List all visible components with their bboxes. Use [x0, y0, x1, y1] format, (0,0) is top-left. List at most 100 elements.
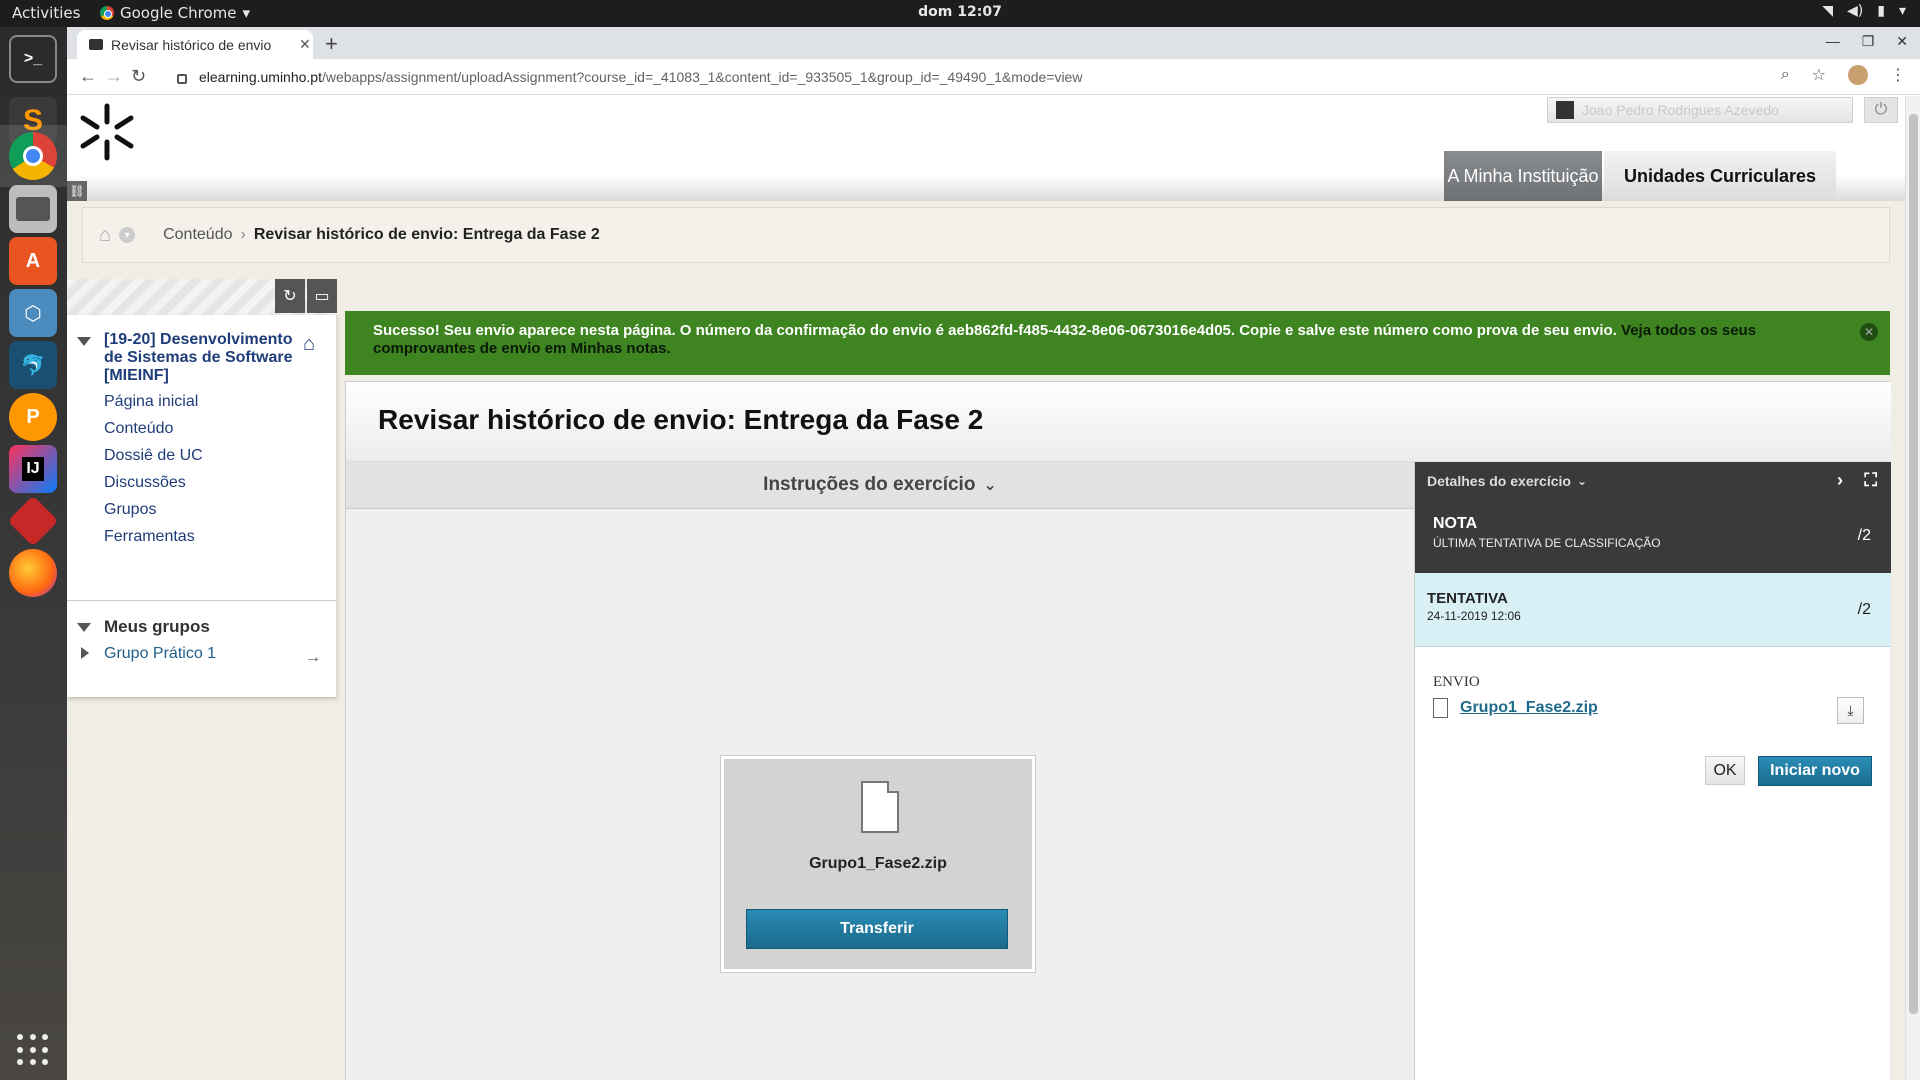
chevron-down-icon: ⌄ [983, 477, 997, 494]
file-name: Grupo1_Fase2.zip [809, 855, 947, 872]
success-banner: Sucesso! Seu envio aparece nesta página.… [345, 311, 1890, 375]
browser-tab[interactable]: Revisar histórico de envio ✕ [77, 30, 313, 59]
lock-icon [177, 74, 187, 84]
expand-triangle-icon[interactable] [81, 647, 89, 659]
gitkraken-icon[interactable] [7, 495, 59, 547]
forward-arrow-icon[interactable]: → [105, 66, 123, 87]
course-menu-item-content[interactable]: Conteúdo [104, 420, 173, 438]
grade-value: /2 [1857, 527, 1871, 544]
breadcrumb-separator: › [240, 226, 246, 243]
minimize-icon[interactable]: — [1826, 33, 1840, 50]
course-menu-item-dossier[interactable]: Dossiê de UC [104, 447, 203, 465]
submission-file: Grupo1_Fase2.zip [1433, 698, 1598, 718]
group-item[interactable]: Grupo Prático 1 [104, 645, 216, 663]
tab-my-institution[interactable]: A Minha Instituição [1444, 151, 1602, 201]
attempt-row[interactable]: TENTATIVA 24-11-2019 12:06 /2 [1415, 573, 1891, 647]
window-controls: — ❐ ✕ [1826, 33, 1908, 50]
instructions-toggle[interactable]: Instruções do exercício ⌄ [346, 462, 1414, 509]
page-content: Joao Pedro Rodrigues Azevedo ⏻ A Minha I… [67, 96, 1905, 1080]
collapse-triangle-icon[interactable] [77, 623, 91, 632]
course-title[interactable]: [19-20] Desenvolvimento de Sistemas de S… [104, 331, 294, 385]
course-menu-item-tools[interactable]: Ferramentas [104, 528, 195, 546]
chevron-down-icon[interactable]: ▾ [119, 227, 136, 243]
page-scrollbar[interactable] [1905, 96, 1920, 1080]
user-name: Joao Pedro Rodrigues Azevedo [1582, 102, 1779, 118]
show-applications-icon[interactable] [17, 1034, 49, 1066]
file-icon [861, 781, 899, 833]
user-menu[interactable]: Joao Pedro Rodrigues Azevedo [1547, 97, 1853, 123]
my-groups-heading[interactable]: Meus grupos [104, 617, 210, 637]
submission-label: ENVIO [1433, 674, 1480, 690]
link-icon[interactable]: ⛓ [67, 181, 87, 201]
ok-button[interactable]: OK [1705, 756, 1745, 785]
software-center-icon[interactable]: A [9, 237, 57, 285]
url-field[interactable]: elearning.uminho.pt/webapps/assignment/u… [177, 64, 1857, 90]
terminal-icon[interactable]: >_ [9, 35, 57, 83]
chevron-right-icon[interactable]: › [1837, 470, 1843, 491]
tab-courses[interactable]: Unidades Curriculares [1604, 151, 1836, 201]
clock[interactable]: dom 12:07 [0, 4, 1920, 20]
close-icon[interactable]: ✕ [1860, 323, 1878, 341]
p-app-icon[interactable]: P [9, 393, 57, 441]
firefox-icon[interactable] [9, 549, 57, 597]
star-icon[interactable]: ☆ [1812, 65, 1826, 85]
collapse-triangle-icon[interactable] [77, 337, 91, 346]
blackboard-favicon-icon [89, 39, 103, 50]
breadcrumb-item-content[interactable]: Conteúdo [163, 226, 232, 244]
close-icon[interactable]: ✕ [299, 36, 311, 53]
restore-icon[interactable]: ❐ [1862, 33, 1875, 50]
download-icon[interactable]: ⤓ [1837, 697, 1864, 724]
uminho-logo[interactable] [75, 100, 139, 164]
close-window-icon[interactable]: ✕ [1896, 33, 1908, 50]
attempt-label: TENTATIVA [1427, 590, 1508, 607]
reload-icon[interactable]: ↻ [131, 66, 146, 87]
page-title-bar: Revisar histórico de envio: Entrega da F… [346, 382, 1891, 462]
file-card: Grupo1_Fase2.zip Transferir [721, 756, 1035, 972]
site-header: Joao Pedro Rodrigues Azevedo ⏻ A Minha I… [67, 96, 1905, 201]
dock: >_ S A ⬡ 🐬 P IJ [0, 27, 67, 1080]
attempt-date: 24-11-2019 12:06 [1427, 609, 1521, 623]
battery-icon: ▮ [1877, 3, 1885, 19]
file-icon [1433, 698, 1448, 718]
home-icon[interactable]: ⌂ [99, 224, 111, 247]
instructions-label: Instruções do exercício [763, 474, 976, 495]
system-tray[interactable]: ◥ ◀) ▮ ▾ [1822, 3, 1906, 19]
zoom-icon[interactable]: ⌕ [1781, 66, 1790, 84]
mysql-workbench-icon[interactable]: 🐬 [9, 341, 57, 389]
download-button[interactable]: Transferir [746, 909, 1008, 949]
new-tab-button[interactable]: + [325, 31, 338, 57]
arrow-right-icon[interactable]: → [305, 649, 321, 667]
course-home-icon[interactable]: ⌂ [303, 333, 315, 356]
grade-row: NOTA ÚLTIMA TENTATIVA DE CLASSIFICAÇÃO /… [1415, 499, 1891, 573]
refresh-icon[interactable]: ↻ [275, 279, 305, 313]
grade-sublabel: ÚLTIMA TENTATIVA DE CLASSIFICAÇÃO [1433, 536, 1661, 550]
url-path: /webapps/assignment/uploadAssignment?cou… [321, 69, 1083, 85]
url-host: elearning.uminho.pt [199, 69, 322, 85]
tab-strip: Revisar histórico de envio ✕ + — ❐ ✕ [67, 27, 1920, 59]
divider [67, 600, 337, 601]
intellij-icon[interactable]: IJ [9, 445, 57, 493]
profile-avatar[interactable] [1848, 65, 1868, 85]
details-heading: Detalhes do exercício [1427, 472, 1571, 489]
os-top-bar: Activities Google Chrome ▾ dom 12:07 ◥ ◀… [0, 0, 1920, 27]
course-menu-item-home[interactable]: Página inicial [104, 393, 198, 411]
grade-label: NOTA [1433, 515, 1478, 532]
start-new-button[interactable]: Iniciar novo [1758, 756, 1872, 786]
chrome-icon[interactable] [9, 132, 57, 180]
logout-power-icon[interactable]: ⏻ [1864, 97, 1898, 123]
files-icon[interactable] [9, 185, 57, 233]
folder-view-icon[interactable]: ▭ [307, 279, 337, 313]
user-avatar-icon [1556, 101, 1574, 119]
expand-icon[interactable]: ⛶ [1864, 470, 1877, 491]
back-arrow-icon[interactable]: ← [79, 66, 97, 87]
scrollbar-thumb[interactable] [1909, 114, 1918, 1014]
details-header[interactable]: Detalhes do exercício ⌄ › ⛶ [1415, 462, 1891, 499]
menu-dots-icon[interactable]: ⋮ [1890, 65, 1906, 85]
course-menu-item-discussions[interactable]: Discussões [104, 474, 186, 492]
package-icon[interactable]: ⬡ [9, 289, 57, 337]
success-message: Sucesso! Seu envio aparece nesta página.… [373, 322, 1617, 339]
breadcrumb: ⌂ ▾ Conteúdo › Revisar histórico de envi… [82, 207, 1890, 263]
course-menu-item-groups[interactable]: Grupos [104, 501, 156, 519]
assignment-details-panel: Detalhes do exercício ⌄ › ⛶ NOTA ÚLTIMA … [1414, 462, 1891, 1080]
submission-file-link[interactable]: Grupo1_Fase2.zip [1460, 699, 1598, 717]
